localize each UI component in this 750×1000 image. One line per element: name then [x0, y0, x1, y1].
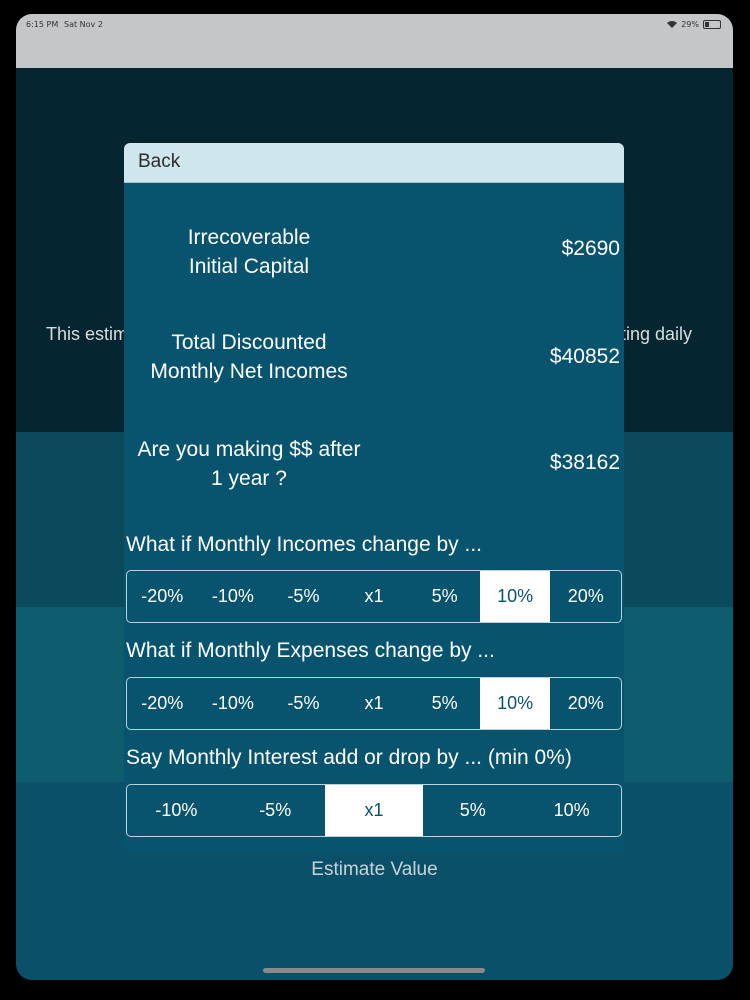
- interest-option[interactable]: x1: [324, 785, 424, 836]
- metric-label-one-year: Are you making $$ after 1 year ?: [124, 435, 374, 493]
- metric-label-capital: Irrecoverable Initial Capital: [124, 223, 374, 281]
- expenses-option[interactable]: x1: [339, 678, 410, 729]
- incomes-option[interactable]: 10%: [479, 571, 551, 622]
- incomes-option[interactable]: 5%: [409, 571, 480, 622]
- metric-label-line: Are you making $$ after: [137, 438, 361, 461]
- incomes-segmented-control[interactable]: -20% -10% -5% x1 5% 10% 20%: [126, 570, 622, 623]
- interest-option[interactable]: -5%: [226, 785, 325, 836]
- incomes-option[interactable]: x1: [339, 571, 410, 622]
- metric-label-line: Irrecoverable: [187, 226, 311, 249]
- incomes-section-title: What if Monthly Incomes change by ...: [126, 533, 482, 556]
- wifi-icon: [667, 21, 678, 28]
- expenses-option[interactable]: -5%: [268, 678, 339, 729]
- metric-label-net-incomes: Total Discounted Monthly Net Incomes: [124, 328, 374, 386]
- incomes-option[interactable]: -5%: [268, 571, 339, 622]
- expenses-option[interactable]: -10%: [198, 678, 269, 729]
- estimate-value-button[interactable]: Estimate Value: [16, 859, 733, 881]
- incomes-option[interactable]: -10%: [198, 571, 269, 622]
- expenses-option[interactable]: 10%: [479, 678, 551, 729]
- interest-option[interactable]: 5%: [423, 785, 522, 836]
- expenses-section-title: What if Monthly Expenses change by ...: [126, 639, 495, 662]
- metric-value-capital: $2690: [561, 237, 620, 260]
- interest-section-title: Say Monthly Interest add or drop by ... …: [126, 746, 572, 769]
- status-indicators: 29%: [667, 20, 721, 29]
- back-button[interactable]: Back: [138, 151, 180, 173]
- expenses-option[interactable]: -20%: [127, 678, 198, 729]
- background-description-right: ting daily: [621, 324, 693, 344]
- battery-percent: 29%: [681, 20, 699, 29]
- estimate-modal: Back Irrecoverable Initial Capital $2690…: [124, 143, 624, 851]
- metric-label-line: 1 year ?: [211, 467, 287, 490]
- status-date: Sat Nov 2: [64, 20, 103, 29]
- metric-label-line: Initial Capital: [188, 255, 310, 278]
- battery-icon: [703, 20, 721, 29]
- status-bar: 6:15 PM Sat Nov 2 29%: [16, 14, 733, 68]
- background-description-left: This estim: [46, 324, 129, 344]
- expenses-option[interactable]: 5%: [409, 678, 480, 729]
- incomes-option[interactable]: 20%: [550, 571, 621, 622]
- expenses-segmented-control[interactable]: -20% -10% -5% x1 5% 10% 20%: [126, 677, 622, 730]
- metric-label-line: Monthly Net Incomes: [150, 360, 348, 383]
- expenses-option[interactable]: 20%: [550, 678, 621, 729]
- metric-value-one-year: $38162: [549, 451, 620, 474]
- status-time: 6:15 PM: [26, 20, 59, 29]
- metric-label-line: Total Discounted: [171, 331, 327, 354]
- battery-fill: [705, 22, 709, 27]
- incomes-option[interactable]: -20%: [127, 571, 198, 622]
- interest-option[interactable]: -10%: [127, 785, 226, 836]
- interest-option[interactable]: 10%: [522, 785, 621, 836]
- metric-value-net-incomes: $40852: [549, 345, 620, 368]
- home-indicator[interactable]: [263, 968, 485, 973]
- interest-segmented-control[interactable]: -10% -5% x1 5% 10%: [126, 784, 622, 837]
- modal-header: Back: [124, 143, 624, 183]
